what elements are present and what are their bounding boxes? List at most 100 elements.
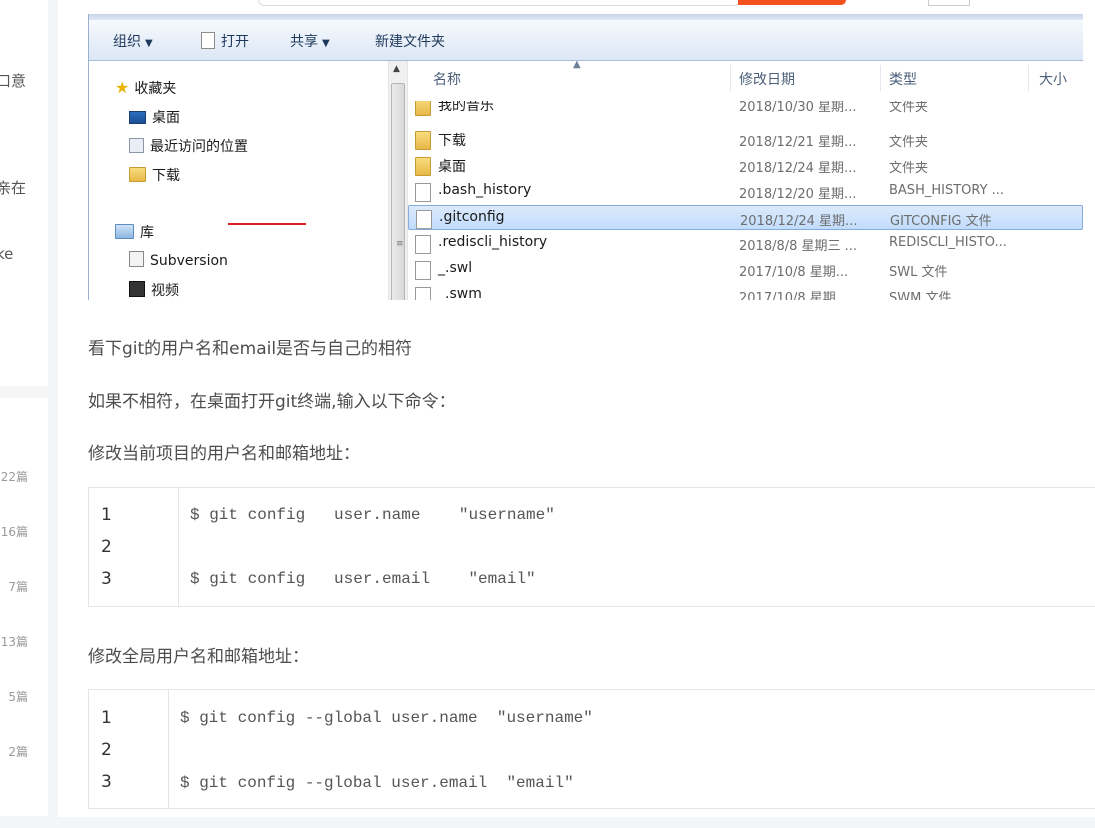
organize-button[interactable]: 组织 ▼ bbox=[113, 31, 153, 51]
file-date: 2018/10/30 星期... bbox=[739, 101, 857, 115]
sidebar-snippet[interactable]: 亲在 bbox=[0, 177, 26, 198]
column-header-type[interactable]: 类型 bbox=[889, 69, 917, 89]
navigation-scrollbar[interactable]: ▲ ≡ bbox=[388, 61, 408, 300]
nav-label: 下载 bbox=[152, 168, 180, 184]
file-icon bbox=[415, 235, 431, 254]
file-type: 文件夹 bbox=[889, 101, 929, 115]
file-type: BASH_HISTORY ... bbox=[889, 183, 1005, 198]
recent-places-icon bbox=[129, 138, 144, 153]
file-type: SWM 文件 bbox=[889, 291, 952, 300]
file-row[interactable]: 下载 2018/12/21 星期... 文件夹 bbox=[408, 127, 1083, 152]
line-number-gutter: 1 2 3 bbox=[89, 488, 179, 606]
sidebar-card-top: 口意 亲在 ke bbox=[0, 0, 48, 386]
nav-desktop[interactable]: 桌面 bbox=[129, 107, 180, 127]
desktop-icon bbox=[129, 111, 146, 124]
file-date: 2017/10/8 星期... bbox=[739, 291, 849, 300]
header-widget[interactable] bbox=[928, 0, 970, 6]
star-icon: ★ bbox=[115, 78, 130, 97]
line-number-gutter: 1 2 3 bbox=[89, 690, 169, 808]
desktop-folder-icon bbox=[415, 157, 431, 176]
file-row[interactable]: 桌面 2018/12/24 星期... 文件夹 bbox=[408, 153, 1083, 178]
grip-icon: ≡ bbox=[396, 239, 404, 249]
code-line: $ git config user.name "username" bbox=[190, 506, 555, 524]
nav-videos[interactable]: 视频 bbox=[129, 280, 179, 300]
scroll-up-icon[interactable]: ▲ bbox=[393, 64, 400, 74]
nav-favorites[interactable]: ★ 收藏夹 bbox=[115, 78, 176, 98]
nav-subversion[interactable]: Subversion bbox=[129, 251, 228, 269]
article-content: 组织 ▼ 打开 共享 ▼ 新建文件夹 ★ 收藏夹 桌面 最近访问的位置 下载 库 Su… bbox=[58, 0, 1095, 817]
column-header-modified[interactable]: 修改日期 bbox=[739, 69, 795, 89]
file-name: 我的音乐 bbox=[438, 101, 494, 114]
category-count[interactable]: 5篇 bbox=[8, 688, 28, 705]
file-type: SWL 文件 bbox=[889, 265, 948, 280]
category-count[interactable]: 16篇 bbox=[1, 523, 28, 540]
nav-label: 视频 bbox=[151, 283, 179, 299]
nav-libraries[interactable]: 库 bbox=[115, 222, 154, 242]
category-count[interactable]: 2篇 bbox=[8, 743, 28, 760]
file-date: 2017/10/8 星期... bbox=[739, 265, 849, 280]
organize-label: 组织 bbox=[113, 34, 141, 50]
file-row[interactable]: 我的音乐 2018/10/30 星期... 文件夹 bbox=[408, 101, 1083, 119]
sidebar-card-categories: 22篇 16篇 7篇 13篇 5篇 2篇 bbox=[0, 398, 48, 816]
share-button[interactable]: 共享 ▼ bbox=[290, 31, 330, 51]
subversion-library-icon bbox=[129, 251, 144, 267]
nav-label: 收藏夹 bbox=[134, 81, 177, 97]
code-line: $ git config --global user.name "usernam… bbox=[180, 709, 593, 727]
file-name: _.swm bbox=[438, 286, 482, 300]
file-name: .rediscli_history bbox=[438, 234, 548, 250]
column-divider[interactable] bbox=[880, 65, 881, 91]
line-number: 2 bbox=[101, 740, 112, 760]
chevron-down-icon: ▼ bbox=[145, 38, 153, 49]
file-date: 2018/8/8 星期三 ... bbox=[739, 239, 858, 254]
column-divider[interactable] bbox=[730, 65, 731, 91]
navigation-pane: ★ 收藏夹 桌面 最近访问的位置 下载 库 Subversion 视频 bbox=[89, 61, 387, 300]
nav-downloads[interactable]: 下载 bbox=[129, 165, 180, 185]
line-number: 3 bbox=[101, 569, 112, 589]
sidebar-snippet[interactable]: ke bbox=[0, 245, 13, 263]
category-count[interactable]: 13篇 bbox=[1, 633, 28, 650]
file-name: .gitconfig bbox=[439, 209, 505, 225]
line-number: 1 bbox=[101, 708, 112, 728]
search-input[interactable] bbox=[258, 0, 740, 6]
file-row[interactable]: _.swl 2017/10/8 星期... SWL 文件 bbox=[408, 257, 1083, 282]
sort-ascending-icon: ▲ bbox=[573, 59, 581, 70]
line-number: 1 bbox=[101, 505, 112, 525]
new-folder-button[interactable]: 新建文件夹 bbox=[375, 31, 445, 51]
line-number: 2 bbox=[101, 537, 112, 557]
music-folder-icon bbox=[415, 101, 431, 116]
nav-recent-places[interactable]: 最近访问的位置 bbox=[129, 136, 248, 156]
code-line: $ git config user.email "email" bbox=[190, 570, 536, 588]
file-type: 文件夹 bbox=[889, 135, 929, 150]
file-date: 2018/12/24 星期... bbox=[740, 214, 858, 229]
file-name: 桌面 bbox=[438, 159, 466, 175]
file-date: 2018/12/21 星期... bbox=[739, 135, 857, 150]
file-row[interactable]: .rediscli_history 2018/8/8 星期三 ... REDIS… bbox=[408, 231, 1083, 256]
paragraph: 如果不相符，在桌面打开git终端,输入以下命令： bbox=[88, 392, 456, 412]
chevron-down-icon: ▼ bbox=[322, 38, 330, 49]
code-block[interactable]: 1 2 3 $ git config user.name "username" … bbox=[88, 487, 1095, 607]
file-row[interactable]: _.swm 2017/10/8 星期... SWM 文件 bbox=[408, 283, 1083, 300]
nav-label: 桌面 bbox=[152, 110, 180, 126]
file-list-pane: ▲ 名称 修改日期 类型 大小 我的音乐 2018/10/30 星期... 文件… bbox=[408, 59, 1083, 300]
code-block[interactable]: 1 2 3 $ git config --global user.name "u… bbox=[88, 689, 1095, 809]
category-count[interactable]: 7篇 bbox=[8, 578, 28, 595]
category-count[interactable]: 22篇 bbox=[1, 468, 28, 485]
library-icon bbox=[115, 224, 134, 239]
file-date: 2018/12/20 星期... bbox=[739, 187, 857, 202]
file-name: _.swl bbox=[438, 260, 473, 276]
open-button[interactable]: 打开 bbox=[201, 31, 249, 51]
column-header-size[interactable]: 大小 bbox=[1039, 69, 1067, 89]
column-divider[interactable] bbox=[1028, 65, 1029, 91]
scrollbar-thumb[interactable]: ≡ bbox=[391, 83, 405, 300]
file-icon bbox=[415, 261, 431, 280]
column-header-name[interactable]: 名称 bbox=[433, 69, 461, 89]
file-date: 2018/12/24 星期... bbox=[739, 161, 857, 176]
file-type: REDISCLI_HISTO... bbox=[889, 235, 1007, 250]
line-number: 3 bbox=[101, 772, 112, 792]
file-row-selected[interactable]: .gitconfig 2018/12/24 星期... GITCONFIG 文件 bbox=[408, 205, 1083, 230]
file-row[interactable]: .bash_history 2018/12/20 星期... BASH_HIST… bbox=[408, 179, 1083, 204]
explorer-screenshot: 组织 ▼ 打开 共享 ▼ 新建文件夹 ★ 收藏夹 桌面 最近访问的位置 下载 库 Su… bbox=[88, 14, 1083, 300]
sidebar-snippet[interactable]: 口意 bbox=[0, 70, 26, 91]
share-label: 共享 bbox=[290, 34, 318, 50]
search-button[interactable] bbox=[738, 0, 846, 5]
